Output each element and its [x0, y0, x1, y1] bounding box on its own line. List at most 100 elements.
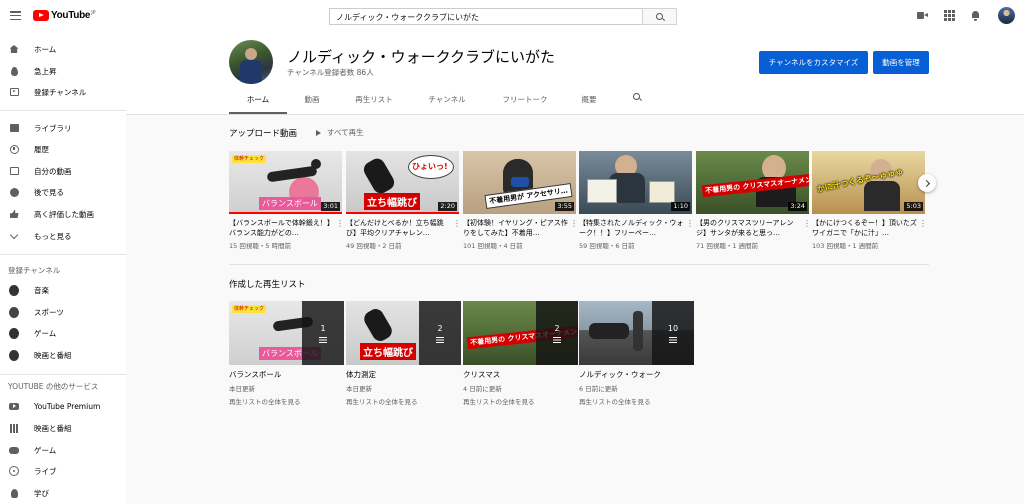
video-thumbnail[interactable]: 不着用男が アクセサリ… 3:55 — [463, 151, 576, 214]
sidebar-item-label: 音楽 — [34, 285, 49, 295]
video-title[interactable]: 【かにけつくるぞー！】頂いたズワイガニで「かに汁」… — [812, 218, 925, 238]
playlist-thumbnail[interactable]: 10 — [579, 301, 694, 365]
sidebar-item-live[interactable]: ライブ — [0, 461, 126, 481]
film-icon — [9, 423, 19, 433]
channel-avatar[interactable] — [229, 40, 273, 84]
view-full-playlist-link[interactable]: 再生リストの全体を見る — [229, 396, 344, 406]
tab-channels[interactable]: チャンネル — [417, 94, 477, 114]
watch-progress-bar — [229, 212, 342, 214]
sidebar-item-your-videos[interactable]: 自分の動画 — [0, 161, 126, 181]
sidebar-item-label: ゲーム — [34, 445, 57, 455]
more-options-icon[interactable]: ⋮ — [570, 219, 578, 228]
video-card[interactable]: かに汁つくるぞ〜ゅゅゅ 5:03 【かにけつくるぞー！】頂いたズワイガニで「かに… — [812, 151, 927, 250]
view-full-playlist-link[interactable]: 再生リストの全体を見る — [346, 396, 461, 406]
tab-discussion[interactable]: フリートーク — [491, 94, 559, 114]
video-meta: 103 回視聴・1 週間前 — [812, 242, 879, 250]
view-full-playlist-link[interactable]: 再生リストの全体を見る — [463, 396, 578, 406]
more-options-icon[interactable]: ⋮ — [336, 219, 344, 228]
video-thumbnail[interactable]: かに汁つくるぞ〜ゅゅゅ 5:03 — [812, 151, 925, 214]
sidebar-item-home[interactable]: ホーム — [0, 39, 126, 59]
video-title[interactable]: 【バランスボールで体幹鍛え！】バランス能力がどの… — [229, 218, 342, 238]
playlist-title[interactable]: クリスマス — [463, 369, 578, 380]
gaming-icon — [9, 446, 19, 454]
playlist-card[interactable]: 10 ノルディック・ウォーク 6 日前に更新 再生リストの全体を見る — [579, 301, 694, 406]
play-all-button[interactable]: すべて再生 — [316, 127, 364, 138]
thumbnail-badge: 体幹チェック — [232, 155, 267, 163]
live-icon — [9, 466, 19, 476]
like-icon — [9, 210, 19, 218]
video-thumbnail[interactable]: 体幹チェック バランスボール 3:01 — [229, 151, 342, 214]
youtube-logo[interactable]: YouTube JP — [33, 10, 96, 21]
playlist-card[interactable]: 不着用男の クリスマスオーナメント 2 クリスマス 4 日前に更新 再生リストの… — [463, 301, 578, 406]
subscriptions-icon — [9, 88, 19, 96]
account-avatar[interactable] — [998, 7, 1015, 24]
view-full-playlist-link[interactable]: 再生リストの全体を見る — [579, 396, 694, 406]
sidebar-item-show-more[interactable]: もっと見る — [0, 226, 126, 246]
video-thumbnail[interactable]: 不着用男の クリスマスオーナメント 3:24 — [696, 151, 809, 214]
sidebar-item-liked-videos[interactable]: 高く評価した動画 — [0, 204, 126, 224]
video-card[interactable]: 1:10 【特集されたノルディック・ウォーク！！】フリーペー… 59 回視聴・6… — [579, 151, 694, 250]
sidebar-item-gaming[interactable]: ゲーム — [0, 323, 126, 343]
video-duration: 3:55 — [555, 202, 574, 211]
search-button[interactable] — [642, 8, 677, 25]
playlist-updated: 本日更新 — [229, 385, 255, 393]
search-input[interactable]: ノルディック・ウォーククラブにいがた — [329, 8, 643, 25]
sidebar-item-sports[interactable]: スポーツ — [0, 302, 126, 322]
sidebar-item-subscriptions[interactable]: 登録チャンネル — [0, 82, 126, 102]
playlist-thumbnail[interactable]: 体幹チェック バランスボール 1 — [229, 301, 344, 365]
section-divider — [229, 264, 929, 265]
sidebar-item-label: 登録チャンネル — [34, 87, 87, 97]
more-options-icon[interactable]: ⋮ — [803, 219, 811, 228]
manage-videos-button[interactable]: 動画を管理 — [873, 51, 929, 74]
playlist-title[interactable]: ノルディック・ウォーク — [579, 369, 694, 380]
video-thumbnail[interactable]: ひょいっ! 立ち幅跳び 2:20 — [346, 151, 459, 214]
playlist-title[interactable]: 体力測定 — [346, 369, 461, 380]
sidebar-item-label: 学び — [34, 488, 49, 498]
video-thumbnail[interactable]: 1:10 — [579, 151, 692, 214]
customize-channel-button[interactable]: チャンネルをカスタマイズ — [759, 51, 868, 74]
sidebar-divider — [0, 110, 126, 111]
sidebar-item-history[interactable]: 履歴 — [0, 139, 126, 159]
video-title[interactable]: 【特集されたノルディック・ウォーク！！】フリーペー… — [579, 218, 692, 238]
video-card[interactable]: 不着用男の クリスマスオーナメント 3:24 【男のクリスマスツリーアレンジ】サ… — [696, 151, 811, 250]
playlist-title[interactable]: バランスボール — [229, 369, 344, 380]
video-duration: 3:24 — [788, 202, 807, 211]
playlist-icon — [553, 336, 561, 343]
tab-playlists[interactable]: 再生リスト — [344, 94, 404, 114]
playlist-thumbnail[interactable]: 不着用男の クリスマスオーナメント 2 — [463, 301, 578, 365]
sidebar-item-library[interactable]: ライブラリ — [0, 118, 126, 138]
video-card[interactable]: 不着用男が アクセサリ… 3:55 【初体験！イヤリング・ピアス作りをしてみた】… — [463, 151, 578, 250]
sidebar-item-music[interactable]: 音楽 — [0, 280, 126, 300]
create-video-icon[interactable] — [917, 10, 928, 21]
video-duration: 1:10 — [671, 202, 690, 211]
video-title[interactable]: 【初体験！イヤリング・ピアス作りをしてみた】不着用… — [463, 218, 576, 238]
next-arrow-button[interactable] — [918, 174, 936, 192]
playlist-card[interactable]: 体幹チェック バランスボール 1 バランスボール 本日更新 再生リストの全体を見… — [229, 301, 344, 406]
sidebar-item-games[interactable]: ゲーム — [0, 440, 126, 460]
sidebar-item-youtube-premium[interactable]: YouTube Premium — [0, 396, 126, 416]
playlist-card[interactable]: 立ち幅跳び 2 体力測定 本日更新 再生リストの全体を見る — [346, 301, 461, 406]
sidebar-item-watch-later[interactable]: 後で見る — [0, 182, 126, 202]
sidebar-item-learning[interactable]: 学び — [0, 483, 126, 503]
apps-icon[interactable] — [944, 10, 955, 21]
sidebar-item-films[interactable]: 映画と番組 — [0, 418, 126, 438]
video-title[interactable]: 【どんだけとべるか！立ち幅跳び】平均クリアチャレン… — [346, 218, 459, 238]
more-options-icon[interactable]: ⋮ — [919, 219, 927, 228]
sidebar-item-trending[interactable]: 急上昇 — [0, 61, 126, 81]
sidebar-item-movies[interactable]: 映画と番組 — [0, 345, 126, 365]
more-options-icon[interactable]: ⋮ — [453, 219, 461, 228]
playlist-count: 1 — [320, 323, 326, 333]
notifications-icon[interactable] — [970, 10, 981, 21]
top-bar: YouTube JP ノルディック・ウォーククラブにいがた — [0, 0, 1024, 32]
more-options-icon[interactable]: ⋮ — [686, 219, 694, 228]
uploads-section-title: アップロード動画 — [229, 129, 298, 139]
video-card[interactable]: 体幹チェック バランスボール 3:01 【バランスボールで体幹鍛え！】バランス能… — [229, 151, 344, 250]
tab-about[interactable]: 概要 — [571, 94, 607, 114]
channel-search-button[interactable] — [633, 93, 640, 100]
video-title[interactable]: 【男のクリスマスツリーアレンジ】サンタが来ると思っ… — [696, 218, 809, 238]
playlist-thumbnail[interactable]: 立ち幅跳び 2 — [346, 301, 461, 365]
tab-videos[interactable]: 動画 — [292, 94, 332, 114]
video-card[interactable]: ひょいっ! 立ち幅跳び 2:20 【どんだけとべるか！立ち幅跳び】平均クリアチャ… — [346, 151, 461, 250]
menu-icon[interactable] — [10, 11, 21, 20]
tab-home[interactable]: ホーム — [229, 94, 287, 114]
